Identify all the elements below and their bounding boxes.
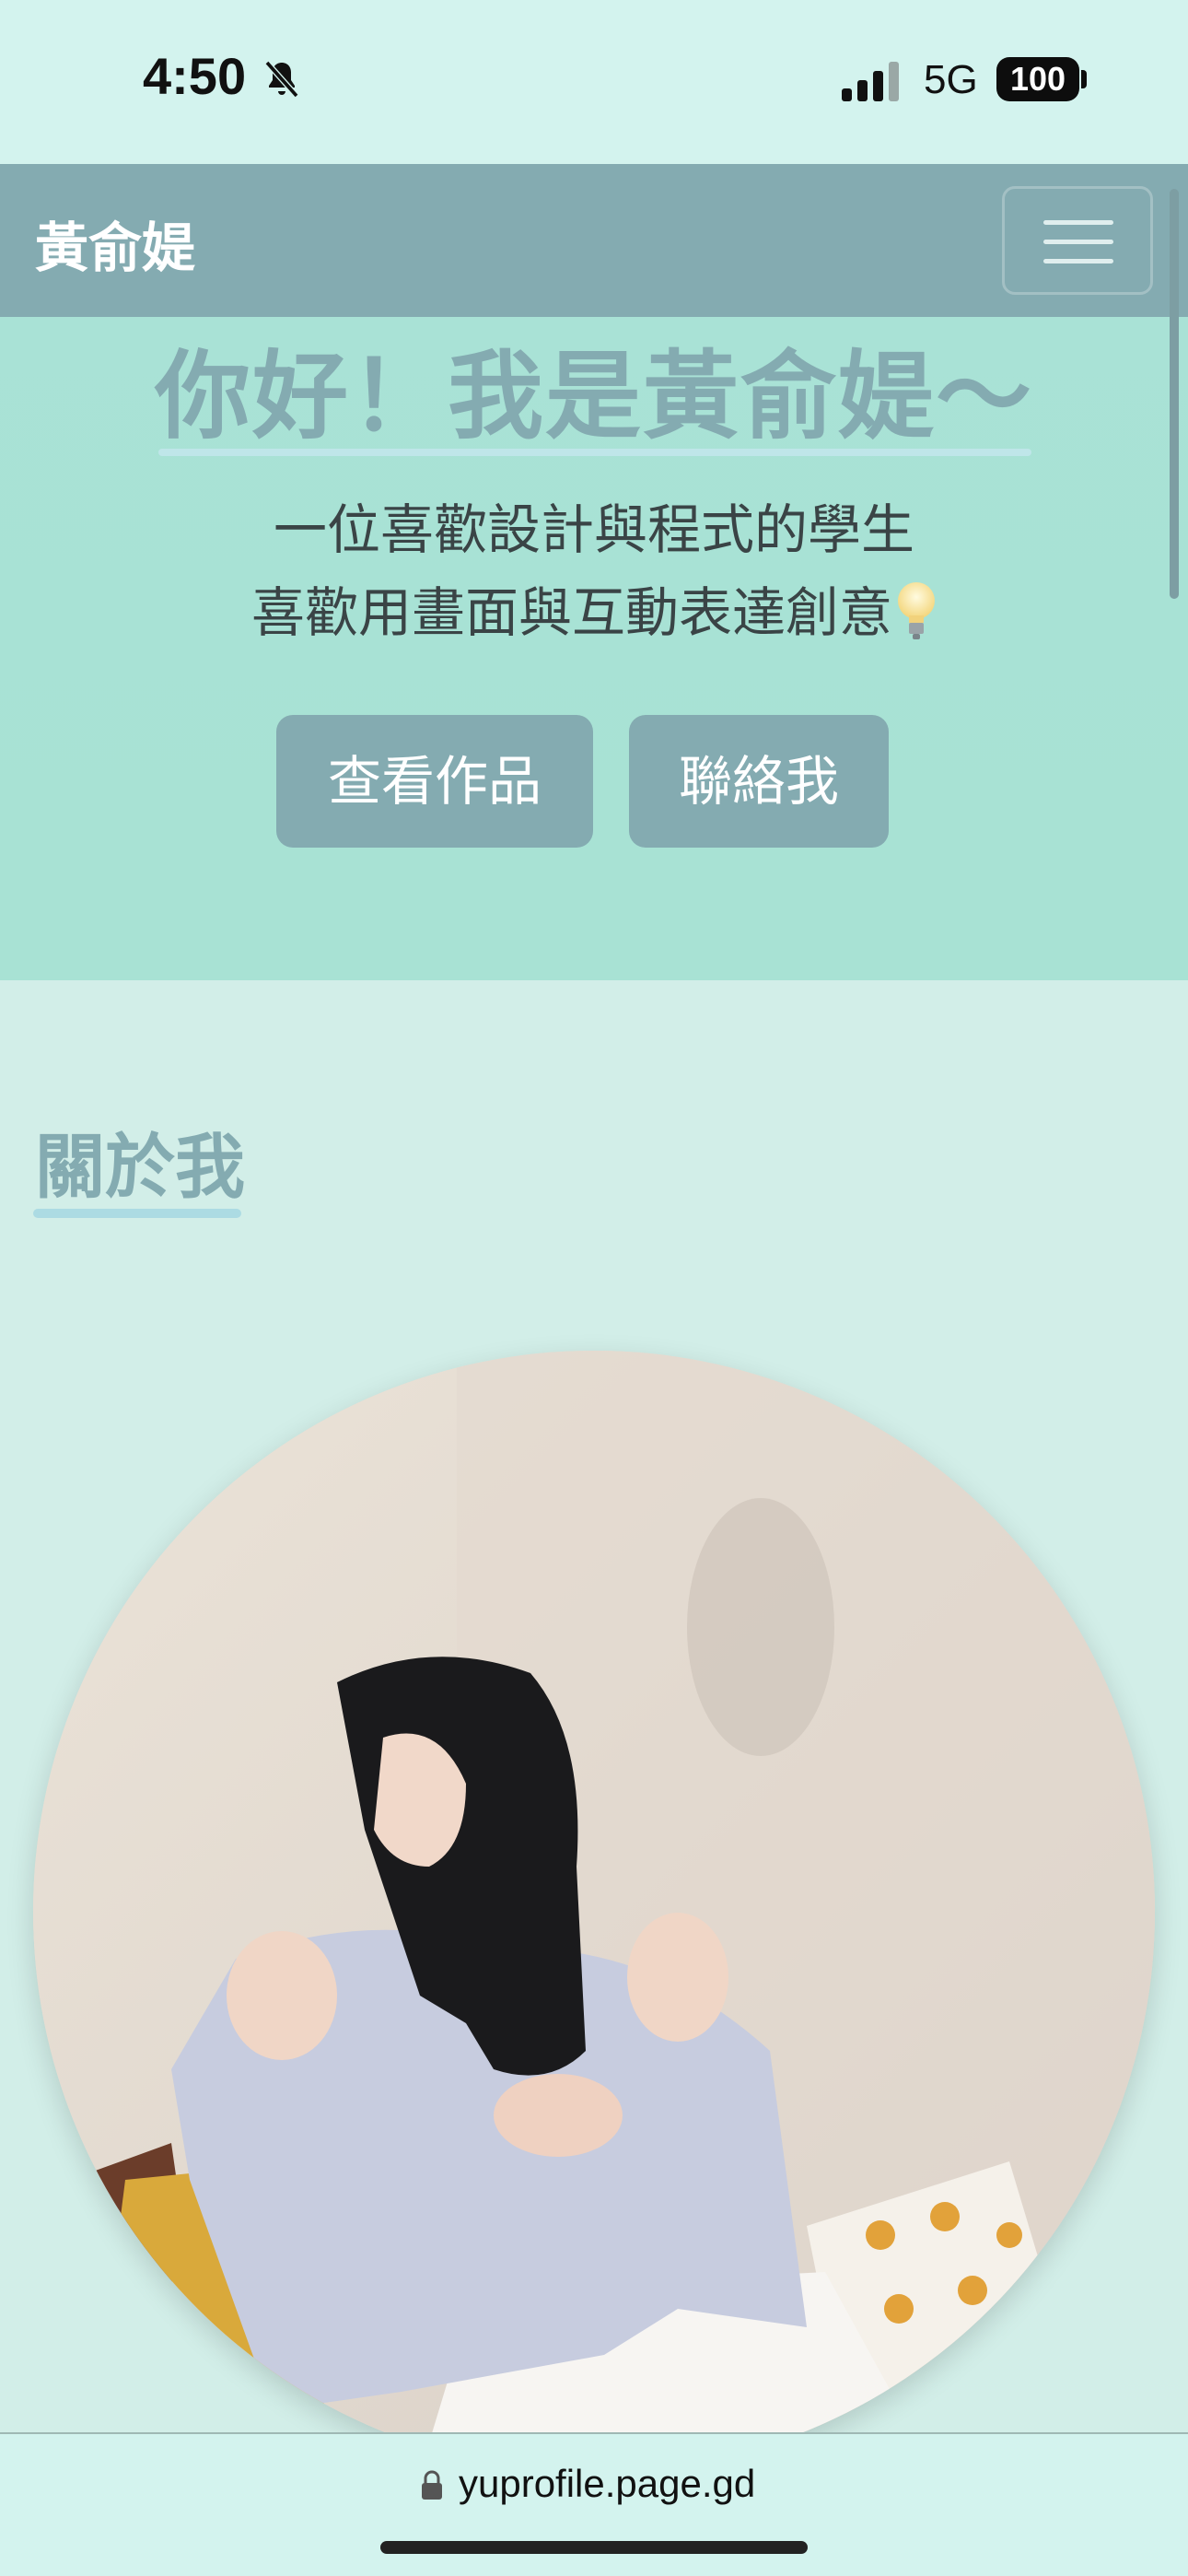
home-indicator[interactable] <box>380 2541 808 2554</box>
signal-icon <box>842 62 899 101</box>
menu-toggle-button[interactable] <box>1002 186 1153 295</box>
hero-title-underline <box>158 449 1031 456</box>
menu-icon-bar <box>1043 240 1113 244</box>
menu-icon-bar <box>1043 259 1113 263</box>
about-heading: 關於我 <box>35 1126 245 1208</box>
contact-me-button[interactable]: 聯絡我 <box>629 715 889 848</box>
lightbulb-icon <box>898 582 935 639</box>
hero-title: 你好！我是黃俞媞～ <box>154 340 1033 452</box>
profile-photo <box>33 1351 1155 2473</box>
url-text[interactable]: yuprofile.page.gd <box>459 2462 755 2506</box>
view-works-button[interactable]: 查看作品 <box>276 715 593 848</box>
status-time: 4:50 <box>143 47 247 105</box>
hero-subtitle: 一位喜歡設計與程式的學生 喜歡用畫面與互動表達創意 <box>0 488 1188 654</box>
menu-icon <box>1043 220 1113 225</box>
battery-tip <box>1081 70 1087 88</box>
bell-slash-icon <box>264 60 299 99</box>
hero-subtitle-line2: 喜歡用畫面與互動表達創意 <box>250 581 892 644</box>
hero-subtitle-line1: 一位喜歡設計與程式的學生 <box>273 498 914 561</box>
battery-icon: 100 <box>996 57 1079 101</box>
brand-link[interactable]: 黃俞媞 <box>35 205 195 282</box>
lock-icon <box>422 2470 442 2500</box>
network-label: 5G <box>924 57 978 102</box>
about-heading-underline <box>33 1209 241 1218</box>
hero-subtitle-line2-wrap: 喜歡用畫面與互動表達創意 <box>0 571 1188 654</box>
